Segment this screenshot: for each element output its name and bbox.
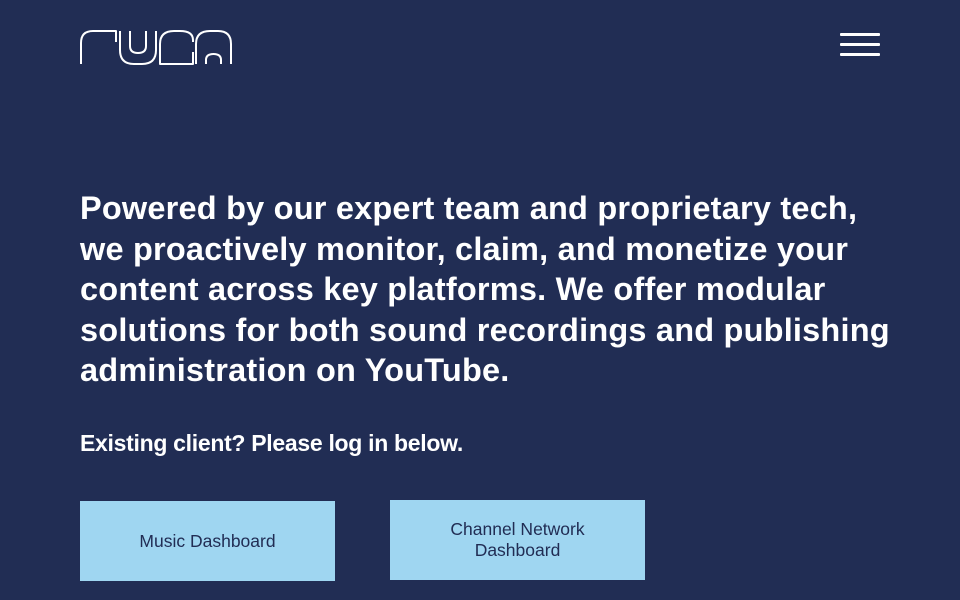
music-dashboard-button[interactable]: Music Dashboard [80, 501, 335, 581]
hamburger-menu-button[interactable] [840, 30, 880, 60]
channel-network-dashboard-label: Channel Network Dashboard [450, 519, 585, 560]
hamburger-menu-icon-bar [840, 53, 880, 56]
page: Powered by our expert team and proprieta… [0, 0, 960, 600]
fuga-logo[interactable] [80, 30, 232, 66]
hero-headline: Powered by our expert team and proprieta… [80, 190, 890, 389]
channel-network-dashboard-button[interactable]: Channel Network Dashboard [390, 500, 645, 580]
login-prompt: Existing client? Please log in below. [80, 430, 463, 456]
fuga-logo-icon [80, 30, 232, 65]
site-header [80, 30, 880, 66]
hamburger-menu-icon [840, 33, 880, 36]
hamburger-menu-icon-bar [840, 43, 880, 46]
music-dashboard-label: Music Dashboard [139, 530, 276, 551]
